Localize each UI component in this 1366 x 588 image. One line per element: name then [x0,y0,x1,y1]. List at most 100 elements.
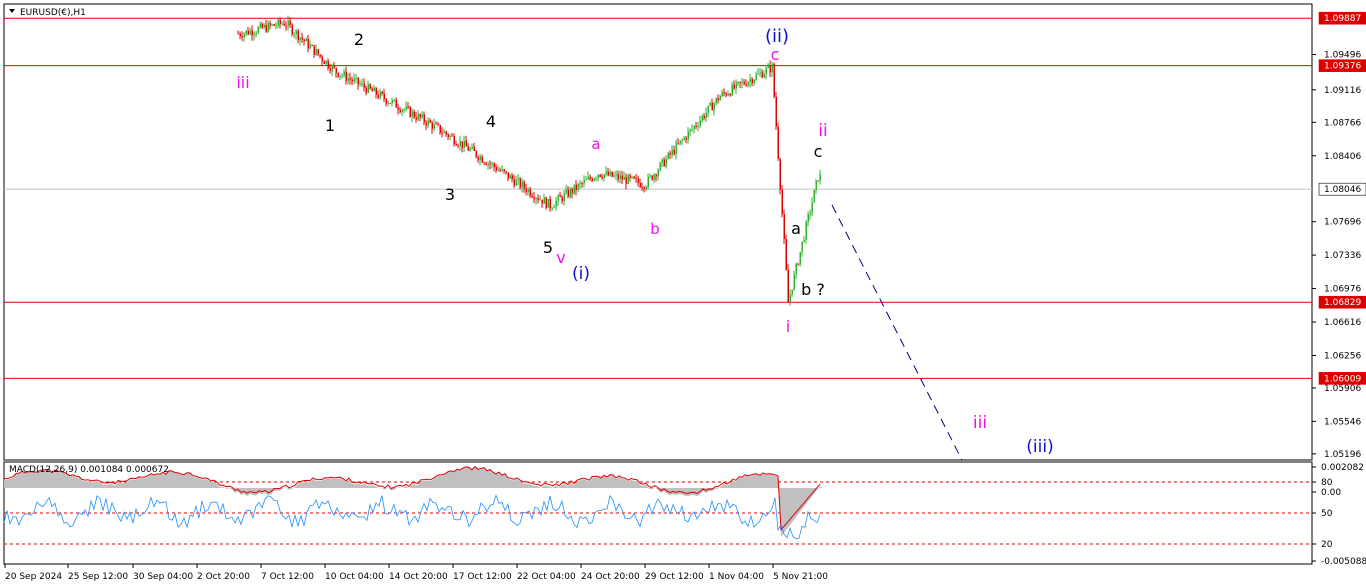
chart-background [0,0,1366,588]
candle-body [619,175,621,180]
candle-body [741,81,743,84]
candle-body [415,117,417,120]
candle-body [457,145,459,147]
price-tick-label: 1.05546 [1324,417,1361,427]
candle-body [743,81,745,85]
candle-body [769,65,771,73]
candle-body [511,175,513,180]
candle-body [403,109,405,111]
candle-body [659,162,661,171]
candle-body [383,93,385,100]
candle-body [421,114,423,118]
candle-body [257,27,259,33]
candle-body [571,188,573,194]
wave-label: b ? [801,280,825,299]
candle-body [677,143,679,145]
candle-body [719,96,721,101]
candle-body [557,195,559,201]
macd-tick-label: 0.00 [1321,488,1341,498]
candle-body [591,178,593,181]
candle-body [631,176,633,178]
candle-body [589,176,591,179]
candle-body [539,199,541,201]
candle-body [797,263,799,265]
candle-body [243,33,245,38]
candle-body [279,19,281,24]
time-tick-label: 30 Sep 04:00 [133,572,193,582]
candle-body [289,20,291,25]
candle-body [471,146,473,149]
candle-body [583,179,585,184]
candle-body [327,60,329,69]
candle-body [363,83,365,88]
candle-body [465,140,467,147]
candle-body [537,198,539,200]
candle-body [263,24,265,28]
candle-body [313,45,315,55]
candle-body [697,125,699,127]
current-price-label: 1.08046 [1318,182,1366,196]
price-level-label: 1.06829 [1318,295,1366,309]
candle-body [739,81,741,84]
candle-body [335,67,337,73]
level-label-text: 1.06009 [1324,374,1361,384]
candle-body [735,82,737,89]
candle-body [781,189,783,215]
candle-body [277,19,279,26]
price-level-label: 1.09887 [1318,11,1366,25]
candle-body [449,135,451,138]
candle-body [333,65,335,68]
candle-body [549,199,551,209]
wave-label: 1 [325,116,335,135]
candle-body [773,63,775,97]
candle-body [615,174,617,176]
candle-body [793,274,795,290]
candle-body [387,102,389,104]
candle-body [763,74,765,78]
time-tick-label: 22 Oct 04:00 [517,572,576,582]
chart-title[interactable]: EURUSD(€),H1 [9,8,86,18]
time-tick-label: 7 Oct 12:00 [261,572,314,582]
candle-body [527,189,529,193]
wave-label: iii [236,73,249,92]
time-tick-label: 1 Nov 04:00 [709,572,764,582]
time-tick-label: 17 Oct 12:00 [453,572,512,582]
candle-body [285,25,287,27]
candle-body [767,65,769,69]
candle-body [573,184,575,194]
candle-body [687,131,689,140]
candle-body [495,167,497,171]
macd-tick-label: 50 [1321,509,1333,519]
price-tick-label: 1.05906 [1324,384,1361,394]
candle-body [497,169,499,171]
candle-body [745,84,747,86]
candle-body [505,171,507,173]
candle-body [255,32,257,35]
candle-body [559,195,561,198]
candle-body [337,72,339,77]
candle-body [355,77,357,79]
candle-body [439,124,441,133]
candle-body [811,202,813,213]
candle-body [261,23,263,28]
candle-body [271,24,273,26]
candle-body [485,163,487,166]
candle-body [755,74,757,80]
candle-body [541,199,543,204]
candle-body [345,71,347,81]
candle-body [771,63,773,73]
candle-body [729,93,731,96]
candle-body [515,179,517,186]
candle-body [753,79,755,84]
candle-body [795,263,797,275]
candle-body [545,197,547,208]
candle-body [481,156,483,163]
candle-body [815,180,817,190]
candle-body [597,174,599,178]
level-label-text: 1.08046 [1324,185,1361,195]
candle-body [431,122,433,129]
candle-body [783,214,785,239]
wave-label: c [771,45,780,64]
candle-body [483,162,485,164]
candle-body [761,72,763,78]
